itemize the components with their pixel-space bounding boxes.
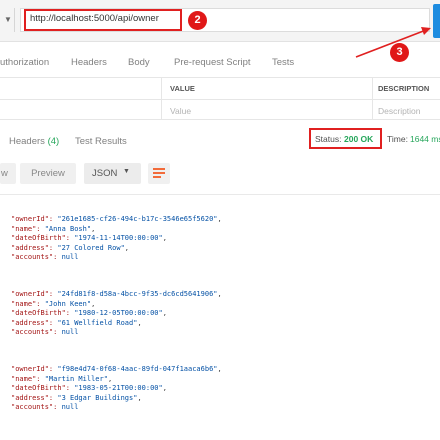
wrap-lines-icon: [153, 168, 165, 170]
address-value: "3 Edgar Buildings": [57, 393, 138, 402]
preview-button[interactable]: Preview: [20, 163, 76, 184]
column-header-description: DESCRIPTION: [378, 84, 430, 93]
json-line: "accounts": null: [11, 253, 222, 263]
date-of-birth-value: "1983-05-21T00:00:00": [74, 384, 163, 393]
pretty-button-label: w: [1, 168, 8, 179]
tab-headers[interactable]: Headers: [71, 57, 107, 68]
json-line: "dateOfBirth": "1980-12-05T00:00:00",: [11, 309, 167, 318]
json-key: "name":: [11, 374, 45, 383]
name-value: "Anna Bosh": [44, 224, 92, 233]
json-line: "dateOfBirth": "1983-05-21T00:00:00",: [11, 384, 167, 393]
pretty-button[interactable]: w: [0, 163, 16, 184]
json-line: "ownerId": "261e1685-cf26-494c-b17c-3546…: [11, 215, 222, 223]
json-key: "address":: [11, 318, 58, 327]
tab-body[interactable]: Body: [128, 57, 150, 68]
response-headers-count: (4): [47, 136, 60, 147]
tab-pre-request-script[interactable]: Pre-request Script: [174, 57, 251, 68]
description-field[interactable]: Description: [378, 106, 421, 116]
column-header-value: VALUE: [170, 84, 195, 93]
value-field[interactable]: Value: [170, 106, 191, 116]
owner-id-value: "24fd81f8-d58a-4bcc-9f35-dc6cd5641906": [57, 290, 218, 298]
json-key: "dateOfBirth":: [11, 234, 75, 243]
address-value: "61 Wellfield Road": [57, 318, 138, 327]
json-line: "address": "27 Colored Row",: [11, 243, 130, 252]
chevron-down-icon: ▼: [123, 168, 130, 175]
response-tab-headers[interactable]: Headers (4): [9, 136, 59, 147]
wrap-lines-icon-bar: [153, 176, 161, 178]
name-value: "John Keen": [44, 299, 92, 308]
json-key: "accounts":: [11, 403, 62, 412]
json-line: "name": "John Keen",: [11, 299, 96, 308]
tab-tests[interactable]: Tests: [272, 57, 294, 68]
format-select-label: JSON: [92, 168, 118, 179]
row-divider: [0, 99, 440, 100]
json-key: "ownerId":: [11, 215, 58, 223]
json-key: "name":: [11, 224, 45, 233]
format-select[interactable]: JSON: [84, 163, 141, 184]
url-bar: ▼ http://localhost:5000/api/owner 2: [0, 0, 440, 42]
json-line: "dateOfBirth": "1974-11-14T00:00:00",: [11, 234, 167, 243]
json-key: "accounts":: [11, 328, 62, 337]
json-line: "name": "Anna Bosh",: [11, 224, 96, 233]
wrap-lines-icon-bar: [153, 172, 165, 174]
accounts-value: null: [61, 403, 79, 412]
method-divider: [14, 8, 15, 32]
params-table: VALUE DESCRIPTION Value Description: [0, 77, 440, 120]
tab-authorization[interactable]: uthorization: [0, 57, 49, 68]
owner-id-value: "261e1685-cf26-494c-b17c-3546e65f5620": [57, 215, 218, 223]
time-value: 1644 ms: [410, 134, 440, 144]
date-of-birth-value: "1980-12-05T00:00:00": [74, 309, 163, 318]
accounts-value: null: [61, 253, 79, 262]
request-tabs: uthorization Headers Body Pre-request Sc…: [0, 52, 440, 72]
json-key: "accounts":: [11, 253, 62, 262]
json-line: "address": "61 Wellfield Road",: [11, 318, 142, 327]
name-value: "Martin Miller": [44, 374, 108, 383]
annotation-badge-2: 2: [188, 11, 207, 30]
json-line: "ownerId": "f98e4d74-0f68-4aac-89fd-047f…: [11, 365, 222, 373]
send-button[interactable]: [433, 4, 440, 38]
json-key: "address":: [11, 243, 58, 252]
response-separator: [0, 194, 440, 195]
json-line: "ownerId": "24fd81f8-d58a-4bcc-9f35-dc6c…: [11, 290, 222, 298]
json-record: "ownerId": "24fd81f8-d58a-4bcc-9f35-dc6c…: [11, 290, 222, 338]
json-line: "accounts": null: [11, 403, 222, 413]
json-key: "dateOfBirth":: [11, 384, 75, 393]
json-key: "name":: [11, 299, 45, 308]
response-tab-test-results[interactable]: Test Results: [75, 136, 127, 147]
wrap-lines-button[interactable]: [148, 163, 170, 184]
json-line: "accounts": null: [11, 328, 222, 338]
json-record: "ownerId": "f98e4d74-0f68-4aac-89fd-047f…: [11, 365, 222, 413]
owner-id-value: "f98e4d74-0f68-4aac-89fd-047f1aaca6b6": [57, 365, 218, 373]
address-value: "27 Colored Row": [57, 243, 125, 252]
json-key: "address":: [11, 393, 58, 402]
url-highlight-box: [24, 9, 182, 31]
json-key: "ownerId":: [11, 365, 58, 373]
date-of-birth-value: "1974-11-14T00:00:00": [74, 234, 163, 243]
time-label: Time:: [387, 134, 408, 144]
json-key: "dateOfBirth":: [11, 309, 75, 318]
status-label: Status:: [315, 134, 342, 144]
json-record: "ownerId": "261e1685-cf26-494c-b17c-3546…: [11, 215, 222, 263]
preview-button-label: Preview: [31, 168, 65, 179]
json-line: "address": "3 Edgar Buildings",: [11, 393, 142, 402]
json-key: "ownerId":: [11, 290, 58, 298]
json-line: "name": "Martin Miller",: [11, 374, 113, 383]
accounts-value: null: [61, 328, 79, 337]
status-value: 200 OK: [344, 134, 374, 144]
method-dropdown-caret-icon[interactable]: ▼: [4, 15, 12, 24]
response-tab-headers-label: Headers: [9, 136, 45, 147]
